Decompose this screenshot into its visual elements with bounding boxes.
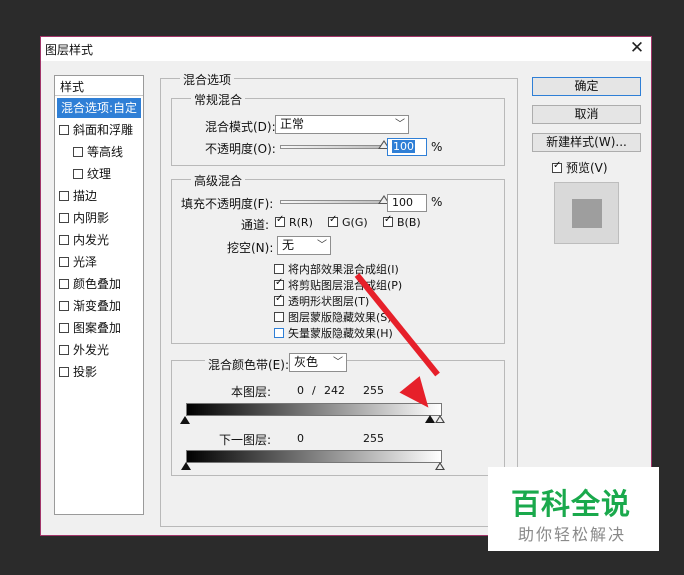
layer-style-dialog: 图层样式 ✕ 样式 混合选项:自定 斜面和浮雕 等高线 纹理 描边 内阴影 内发… (40, 36, 652, 536)
checkbox[interactable] (59, 301, 69, 311)
checkbox[interactable] (59, 257, 69, 267)
checkbox[interactable] (73, 169, 83, 179)
option-blend-clipped[interactable]: 将剪贴图层混合成组(P) (274, 277, 402, 293)
new-style-button[interactable]: 新建样式(W)... (532, 133, 641, 152)
blending-options-legend: 混合选项 (180, 71, 235, 88)
general-blending-legend: 常规混合 (191, 91, 246, 108)
underlying-layer-label: 下一图层: (219, 433, 272, 447)
chevron-down-icon: ﹀ (317, 240, 327, 251)
style-item-texture[interactable]: 纹理 (73, 164, 111, 184)
channels-label: 通道: (241, 218, 270, 232)
style-list-header[interactable]: 样式 (55, 76, 143, 96)
underlying-layer-gradient (186, 450, 442, 463)
checkbox[interactable] (274, 328, 284, 338)
option-layer-mask-hides[interactable]: 图层蒙版隐藏效果(S) (274, 309, 392, 325)
this-layer-high: 255 (363, 384, 384, 397)
style-item-bevel-emboss[interactable]: 斜面和浮雕 (59, 120, 133, 140)
style-item-gradient-overlay[interactable]: 渐变叠加 (59, 296, 121, 316)
checkbox[interactable] (275, 214, 285, 227)
checkbox[interactable] (383, 214, 393, 227)
style-item-stroke[interactable]: 描边 (59, 186, 97, 206)
option-vector-mask-hides[interactable]: 矢量蒙版隐藏效果(H) (274, 325, 393, 341)
option-transparency-shapes[interactable]: 透明形状图层(T) (274, 293, 369, 309)
style-item-inner-glow[interactable]: 内发光 (59, 230, 109, 250)
underlying-white-handle[interactable] (435, 462, 445, 470)
checkbox[interactable] (552, 160, 562, 173)
chevron-down-icon: ﹀ (333, 357, 343, 368)
this-layer-white-handle-left[interactable] (425, 415, 435, 423)
checkbox[interactable] (59, 125, 69, 135)
preview-swatch (572, 199, 602, 228)
style-item-pattern-overlay[interactable]: 图案叠加 (59, 318, 121, 338)
this-layer-black-handle[interactable] (180, 416, 190, 424)
style-item-color-overlay[interactable]: 颜色叠加 (59, 274, 121, 294)
style-item-outer-glow[interactable]: 外发光 (59, 340, 109, 360)
dialog-title: 图层样式 (45, 43, 94, 57)
watermark-title: 百科全说 (511, 487, 632, 521)
underlying-high: 255 (363, 432, 384, 445)
blend-mode-label: 混合模式(D): (205, 120, 276, 134)
checkbox[interactable] (59, 235, 69, 245)
opacity-slider[interactable] (280, 145, 384, 149)
blend-if-select[interactable]: 灰色 ﹀ (289, 353, 347, 372)
checkbox[interactable] (59, 191, 69, 201)
checkbox[interactable] (274, 277, 284, 290)
style-item-inner-shadow[interactable]: 内阴影 (59, 208, 109, 228)
option-blend-interior[interactable]: 将内部效果混合成组(I) (274, 261, 399, 277)
this-layer-label: 本图层: (231, 385, 272, 399)
cancel-button[interactable]: 取消 (532, 105, 641, 124)
ok-button[interactable]: 确定 (532, 77, 641, 96)
underlying-black-handle[interactable] (181, 462, 191, 470)
blend-if-label: 混合颜色带(E): (205, 356, 292, 373)
style-item-blending-options[interactable]: 混合选项:自定 (57, 98, 141, 118)
this-layer-sep: / (312, 384, 316, 397)
this-layer-mid: 242 (324, 384, 345, 397)
fill-opacity-slider[interactable] (280, 200, 384, 204)
preview-checkbox[interactable]: 预览(V) (552, 159, 608, 176)
opacity-input[interactable]: 100 (387, 138, 427, 156)
opacity-unit: % (431, 140, 443, 154)
fill-opacity-label: 填充不透明度(F): (181, 197, 274, 211)
checkbox[interactable] (328, 214, 338, 227)
knockout-select[interactable]: 无 ﹀ (277, 236, 331, 255)
style-preview (554, 182, 619, 244)
close-icon[interactable]: ✕ (627, 38, 647, 58)
watermark-subtitle: 助你轻松解决 (518, 525, 627, 544)
checkbox[interactable] (274, 312, 284, 322)
checkbox[interactable] (73, 147, 83, 157)
checkbox[interactable] (59, 213, 69, 223)
style-list: 样式 混合选项:自定 斜面和浮雕 等高线 纹理 描边 内阴影 内发光 光泽 颜色… (54, 75, 144, 515)
this-layer-gradient (186, 403, 442, 416)
checkbox[interactable] (59, 323, 69, 333)
this-layer-white-handle-right[interactable] (435, 415, 445, 423)
opacity-label: 不透明度(O): (205, 142, 276, 156)
underlying-low: 0 (297, 432, 304, 445)
this-layer-low: 0 (297, 384, 304, 397)
checkbox[interactable] (274, 293, 284, 306)
advanced-blending-legend: 高级混合 (191, 172, 246, 189)
checkbox[interactable] (59, 279, 69, 289)
checkbox[interactable] (274, 264, 284, 274)
checkbox[interactable] (59, 367, 69, 377)
channel-g[interactable]: G(G) (328, 214, 368, 229)
title-bar[interactable]: 图层样式 ✕ (41, 37, 651, 61)
knockout-label: 挖空(N): (227, 241, 274, 255)
style-item-contour[interactable]: 等高线 (73, 142, 123, 162)
chevron-down-icon: ﹀ (395, 119, 405, 130)
watermark: 百科全说 助你轻松解决 (488, 467, 659, 551)
fill-opacity-unit: % (431, 195, 443, 209)
fill-opacity-input[interactable]: 100 (387, 194, 427, 212)
style-item-satin[interactable]: 光泽 (59, 252, 97, 272)
style-item-drop-shadow[interactable]: 投影 (59, 362, 97, 382)
checkbox[interactable] (59, 345, 69, 355)
blend-mode-select[interactable]: 正常 ﹀ (275, 115, 409, 134)
channel-r[interactable]: R(R) (275, 214, 313, 229)
channel-b[interactable]: B(B) (383, 214, 421, 229)
